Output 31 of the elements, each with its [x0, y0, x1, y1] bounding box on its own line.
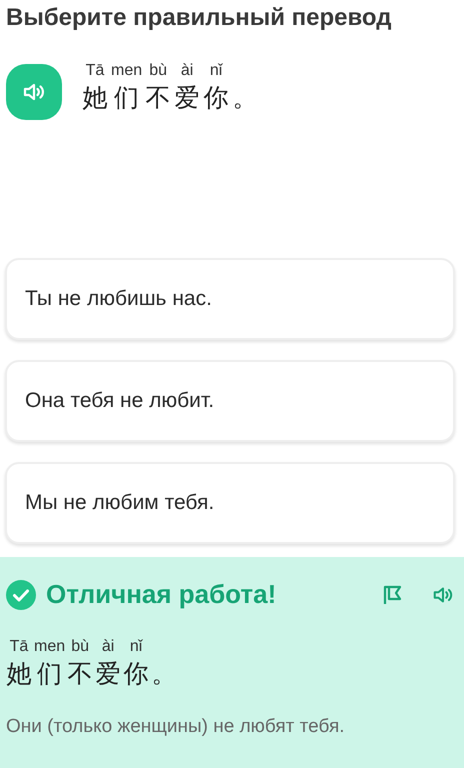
chinese-character: 们: [114, 82, 140, 114]
chinese-character: 们: [37, 658, 62, 690]
check-icon: [6, 580, 36, 610]
chinese-character: 你: [124, 658, 149, 690]
exercise-title: Выберите правильный перевод: [5, 3, 392, 33]
chinese-character: 爱: [96, 658, 121, 690]
translation-text: Они (только женщины) не любят тебя.: [6, 716, 346, 738]
pinyin-syllable: men: [111, 61, 142, 81]
flag-icon: [382, 584, 404, 606]
chinese-character: 她: [82, 82, 108, 114]
chinese-character: 。: [152, 658, 177, 690]
answer-option[interactable]: Она тебя не любит.: [5, 360, 455, 442]
pinyin-syllable: Tā: [10, 637, 28, 657]
answer-option[interactable]: Ты не любишь нас.: [5, 258, 455, 340]
chinese-character: 爱: [174, 82, 200, 114]
pinyin-syllable: men: [34, 637, 66, 657]
chinese-character: 你: [204, 82, 229, 114]
pinyin-syllable: Tā: [86, 61, 104, 81]
chinese-character: 不: [68, 658, 93, 690]
answer-option[interactable]: Мы не любим тебя.: [5, 462, 455, 544]
pinyin-syllable: nǐ: [210, 61, 222, 81]
feedback-heading: Отличная работа!: [46, 579, 278, 610]
pinyin-syllable: bù: [71, 637, 90, 657]
chinese-character: 不: [146, 82, 171, 114]
pinyin-syllable: ài: [180, 61, 194, 81]
pinyin-syllable: nǐ: [130, 637, 142, 657]
pinyin-syllable: ài: [102, 637, 114, 657]
chinese-character: 。: [232, 82, 258, 114]
pinyin-syllable: bù: [149, 61, 168, 81]
chinese-character: 她: [6, 658, 32, 690]
play-audio-button[interactable]: [6, 64, 62, 120]
